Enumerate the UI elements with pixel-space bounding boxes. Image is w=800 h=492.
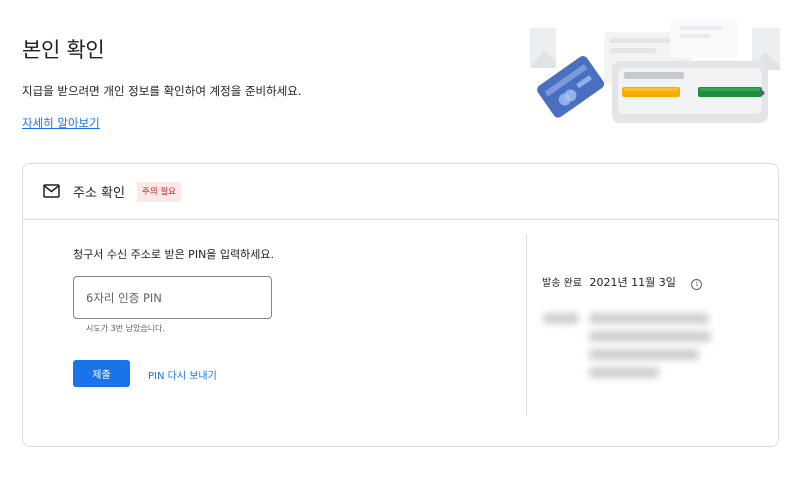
card-title: 주소 확인: [73, 186, 125, 201]
pin-prompt: 청구서 수신 주소로 받은 PIN을 입력하세요.: [73, 248, 275, 261]
sent-label: 발송 완료: [542, 278, 582, 289]
redacted-address: [541, 309, 721, 389]
address-verification-card: 주소 확인 주의 필요 청구서 수신 주소로 받은 PIN을 입력하세요. 시도…: [22, 163, 779, 447]
payment-illustration: [530, 20, 780, 123]
sent-date: 2021년 11월 3일: [589, 276, 676, 289]
mail-icon: [43, 184, 60, 198]
pin-entry-section: 청구서 수신 주소로 받은 PIN을 입력하세요. 시도가 3번 남았습니다. …: [23, 220, 526, 416]
page-description: 지급을 받으려면 개인 정보를 확인하여 계정을 준비하세요.: [22, 84, 302, 98]
info-icon[interactable]: i: [691, 279, 703, 290]
resend-pin-link[interactable]: PIN 다시 보내기: [148, 367, 217, 382]
card-header: 주소 확인 주의 필요: [23, 164, 778, 220]
pin-input[interactable]: [73, 276, 272, 319]
section-divider: [526, 234, 527, 416]
status-badge: 주의 필요: [137, 182, 181, 202]
attempts-remaining: 시도가 3번 남았습니다.: [86, 324, 165, 333]
sent-status: 발송 완료 2021년 11월 3일 i: [542, 274, 703, 290]
page-title: 본인 확인: [22, 38, 105, 62]
submit-button[interactable]: 제출: [73, 360, 130, 387]
learn-more-link[interactable]: 자세히 알아보기: [22, 115, 100, 131]
